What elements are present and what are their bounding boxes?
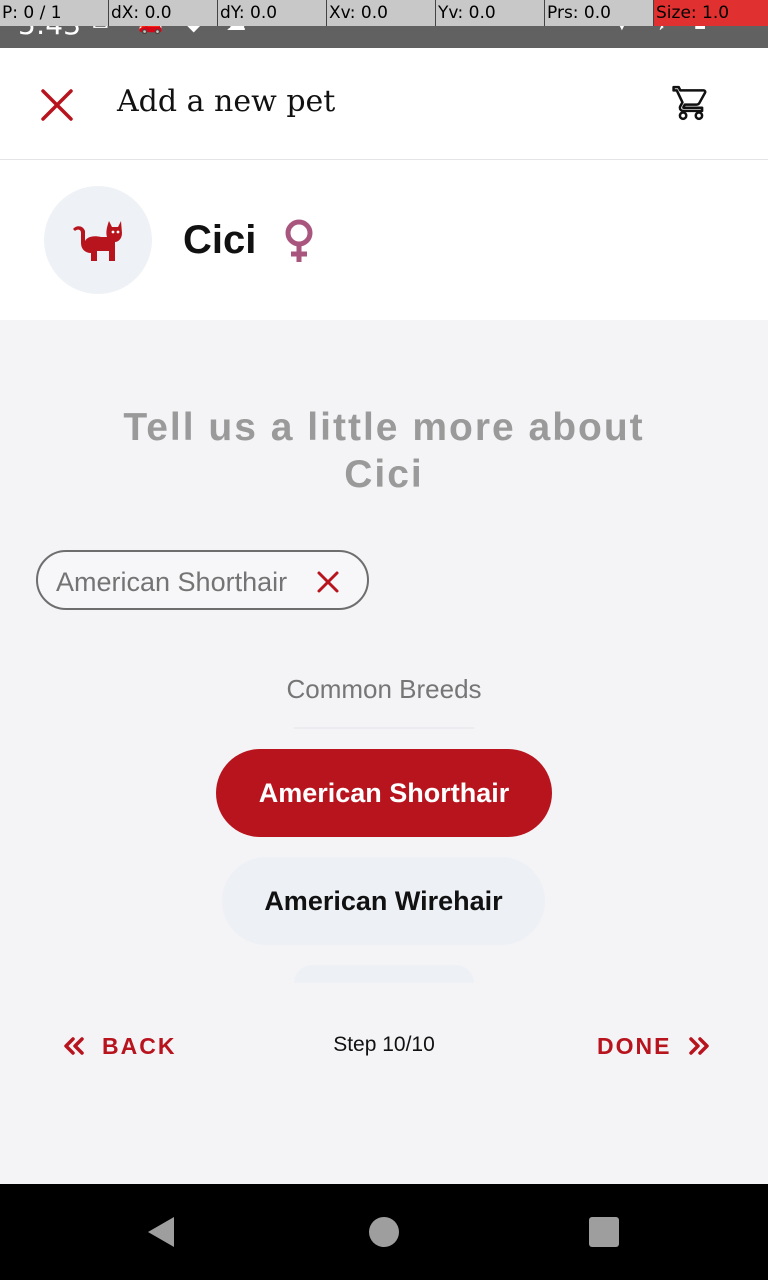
nav-recents-icon[interactable] [589, 1217, 619, 1247]
double-chevron-right-icon [689, 1037, 710, 1055]
close-icon [41, 89, 73, 121]
done-label: DONE [597, 1032, 672, 1059]
cart-icon [672, 85, 707, 121]
pet-header: Cici [0, 160, 768, 320]
pet-name: Cici [183, 218, 257, 262]
cat-icon [73, 221, 122, 261]
pointer-xv: Xv: 0.0 [326, 0, 435, 26]
female-icon [285, 219, 313, 262]
pet-avatar [44, 186, 152, 294]
selected-breed-chip[interactable]: American Shorthair [36, 550, 369, 610]
breed-option-partial[interactable] [294, 965, 474, 983]
pointer-dy: dY: 0.0 [217, 0, 326, 26]
nav-home-icon[interactable] [369, 1217, 399, 1247]
pointer-dx: dX: 0.0 [108, 0, 217, 26]
close-button[interactable] [30, 78, 84, 132]
status-bar: 5:43 ✉ 🚗 ⬙ ☁ • ▼ ✈ ■ P: 0 / 1 dX: 0.0 dY… [0, 0, 768, 48]
pointer-pressure: Prs: 0.0 [544, 0, 653, 26]
page-title: Add a new pet [117, 84, 336, 119]
divider [294, 727, 474, 729]
selected-breed-label: American Shorthair [56, 567, 288, 597]
prompt-heading: Tell us a little more about Cici [123, 406, 645, 496]
pointer-yv: Yv: 0.0 [435, 0, 544, 26]
breed-option-american-wirehair[interactable]: American Wirehair [222, 857, 545, 945]
nav-back-icon[interactable] [146, 1216, 176, 1248]
pointer-count: P: 0 / 1 [0, 0, 108, 26]
breed-option-american-shorthair[interactable]: American Shorthair [216, 749, 552, 837]
done-button[interactable]: DONE [597, 1026, 711, 1066]
app-bar: Add a new pet [0, 48, 768, 160]
section-label: Common Breeds [286, 674, 482, 704]
pointer-size: Size: 1.0 [653, 0, 768, 26]
remove-chip-icon[interactable] [314, 568, 342, 596]
pointer-location-overlay: P: 0 / 1 dX: 0.0 dY: 0.0 Xv: 0.0 Yv: 0.0… [0, 0, 768, 26]
cart-button[interactable] [664, 76, 718, 130]
